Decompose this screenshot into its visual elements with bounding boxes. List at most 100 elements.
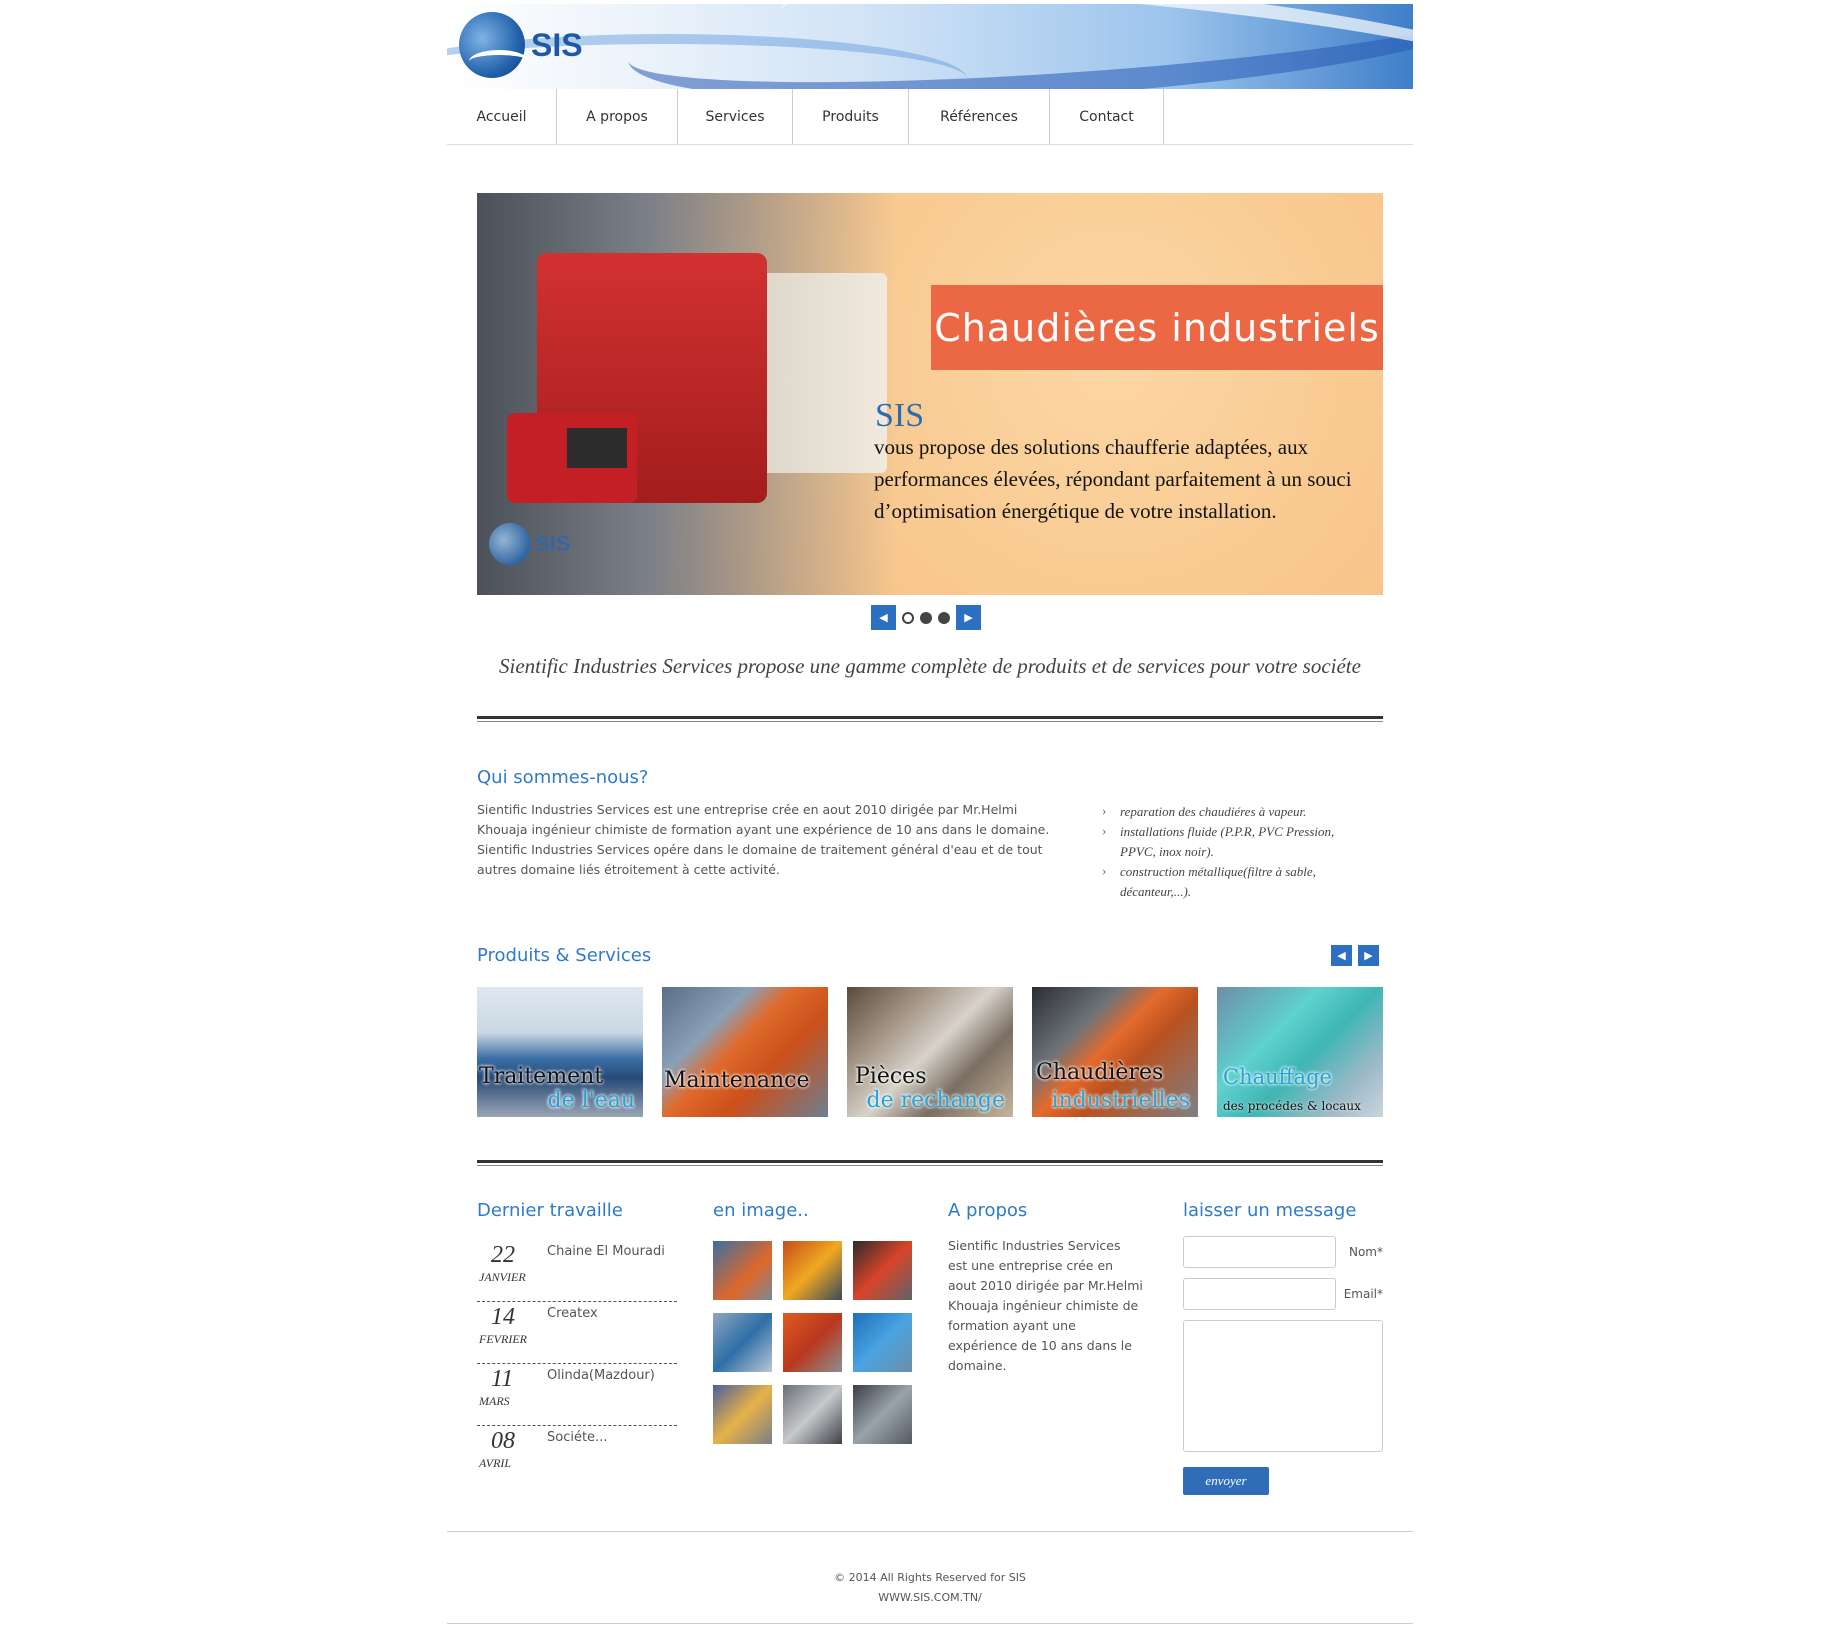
news-title: Chaine El Mouradi [547, 1244, 665, 1259]
nav-item[interactable]: A propos [557, 89, 678, 144]
slider-dot[interactable] [920, 611, 932, 624]
products-carousel-nav: ◀ ▶ [1331, 945, 1379, 966]
product-tile[interactable]: Maintenance [662, 987, 828, 1117]
email-input[interactable] [1183, 1278, 1336, 1310]
carousel-prev-button[interactable]: ◀ [1331, 945, 1352, 966]
logo-icon [459, 12, 529, 78]
apropos-text: Sientific Industries Services est une en… [948, 1238, 1143, 1373]
site-header: SIS [447, 4, 1413, 89]
tile-sublabel: des procédes & locaux [1223, 1099, 1361, 1113]
news-list: 22 JANVIER Chaine El Mouradi 14 FEVRIER Creat… [477, 1240, 677, 1488]
nav-item[interactable]: Accueil [447, 89, 557, 144]
burner-motor [567, 428, 627, 468]
carousel-next-button[interactable]: ▶ [1358, 945, 1379, 966]
hero-slider: SIS Chaudières industriels SIS vous prop… [477, 193, 1383, 595]
product-tile[interactable]: Pièces de rechange [847, 987, 1013, 1117]
slider-prev-button[interactable]: ◀ [871, 605, 896, 630]
email-label: Email* [1343, 1287, 1383, 1301]
news-day: 14 [491, 1304, 515, 1330]
news-title: Sociéte... [547, 1430, 608, 1445]
tile-sublabel: de l'eau [547, 1088, 635, 1113]
tile-label: Chauffage [1223, 1065, 1332, 1089]
news-month: FEVRIER [479, 1332, 527, 1346]
gallery-thumbnail[interactable] [783, 1313, 842, 1372]
list-item: installations fluide (P.P.R, PVC Pressio… [1102, 821, 1372, 862]
news-day: 08 [491, 1428, 515, 1454]
news-month: JANVIER [479, 1270, 526, 1284]
gallery-thumbnail[interactable] [853, 1313, 912, 1372]
message-textarea[interactable] [1183, 1320, 1383, 1452]
news-item[interactable]: 14 FEVRIER Createx [477, 1302, 677, 1364]
tile-label: Chaudières [1036, 1060, 1164, 1085]
gallery-thumbnail[interactable] [713, 1385, 772, 1444]
gallery-thumbnail[interactable] [853, 1385, 912, 1444]
slider-pager: ◀ ▶ [871, 605, 981, 630]
gallery-title: en image.. [713, 1200, 809, 1221]
divider [477, 716, 1383, 722]
news-title: Createx [547, 1306, 598, 1321]
slider-dot[interactable] [902, 611, 914, 624]
products-carousel: Traitement de l'eau Maintenance Pièces d… [477, 987, 1383, 1117]
contact-form: Nom* Email* envoyer [1183, 1236, 1383, 1495]
list-item: construction métallique(filtre à sable, … [1102, 861, 1372, 902]
nav-item[interactable]: Références [909, 89, 1050, 144]
name-label: Nom* [1348, 1245, 1383, 1259]
gallery-thumbnail[interactable] [853, 1241, 912, 1300]
name-row: Nom* [1183, 1236, 1383, 1268]
product-tile[interactable]: Chauffage des procédes & locaux [1217, 987, 1383, 1117]
products-title: Produits & Services [477, 945, 652, 966]
slider-logo-text: SIS [535, 531, 571, 556]
logo-icon [489, 523, 531, 565]
slide-text: vous propose des solutions chaufferie ad… [874, 435, 1352, 523]
page-wrapper: SIS Accueil A propos Services Produits Référ… [447, 4, 1413, 1624]
product-tile[interactable]: Chaudières industrielles [1032, 987, 1198, 1117]
news-month: MARS [479, 1394, 510, 1408]
send-button[interactable]: envoyer [1183, 1467, 1269, 1495]
footer-url[interactable]: WWW.SIS.COM.TN/ [447, 1588, 1413, 1608]
tile-sublabel: industrielles [1051, 1088, 1190, 1113]
news-month: AVRIL [479, 1456, 512, 1470]
apropos-title: A propos [948, 1200, 1028, 1221]
nav-item[interactable]: Produits [793, 89, 909, 144]
email-row: Email* [1183, 1278, 1383, 1310]
gallery-thumbnail[interactable] [713, 1241, 772, 1300]
slider-logo: SIS [489, 523, 570, 565]
name-input[interactable] [1183, 1236, 1336, 1268]
slider-next-button[interactable]: ▶ [956, 605, 981, 630]
message-title: laisser un message [1183, 1200, 1357, 1221]
news-item[interactable]: 11 MARS Olinda(Mazdour) [477, 1364, 677, 1426]
slider-dot[interactable] [938, 611, 950, 624]
news-item[interactable]: 08 AVRIL Sociéte... [477, 1426, 677, 1488]
about-title: Qui sommes-nous? [477, 767, 649, 788]
news-day: 11 [491, 1366, 514, 1392]
chevron-left-icon: ◀ [879, 611, 888, 624]
logo-text: SIS [531, 26, 583, 63]
site-logo[interactable]: SIS [459, 12, 583, 78]
tile-label: Traitement [479, 1064, 604, 1089]
slide-brand: SIS [875, 397, 925, 434]
gallery-thumbnail[interactable] [783, 1385, 842, 1444]
tile-sublabel: de rechange [866, 1088, 1005, 1113]
product-tile[interactable]: Traitement de l'eau [477, 987, 643, 1117]
list-item: reparation des chaudiéres à vapeur. [1102, 801, 1372, 822]
about-text: Sientific Industries Services est une en… [477, 802, 1050, 877]
divider [477, 1160, 1383, 1166]
tile-label: Maintenance [664, 1068, 810, 1093]
main-nav: Accueil A propos Services Produits Référence… [447, 89, 1413, 145]
site-footer: © 2014 All Rights Reserved for SIS WWW.S… [447, 1531, 1413, 1624]
tile-label: Pièces [855, 1064, 927, 1089]
tagline: Sientific Industries Services propose un… [499, 654, 1361, 678]
image-gallery [713, 1241, 912, 1444]
gallery-thumbnail[interactable] [713, 1313, 772, 1372]
nav-item[interactable]: Services [678, 89, 793, 144]
service-list: reparation des chaudiéres à vapeur. inst… [1102, 801, 1372, 902]
chevron-right-icon: ▶ [964, 611, 973, 624]
news-title: Olinda(Mazdour) [547, 1368, 655, 1383]
nav-item[interactable]: Contact [1050, 89, 1164, 144]
news-day: 22 [491, 1242, 515, 1268]
gallery-thumbnail[interactable] [783, 1241, 842, 1300]
chevron-left-icon: ◀ [1337, 949, 1346, 962]
news-title: Dernier travaille [477, 1200, 623, 1221]
news-item[interactable]: 22 JANVIER Chaine El Mouradi [477, 1240, 677, 1302]
chevron-right-icon: ▶ [1364, 949, 1373, 962]
